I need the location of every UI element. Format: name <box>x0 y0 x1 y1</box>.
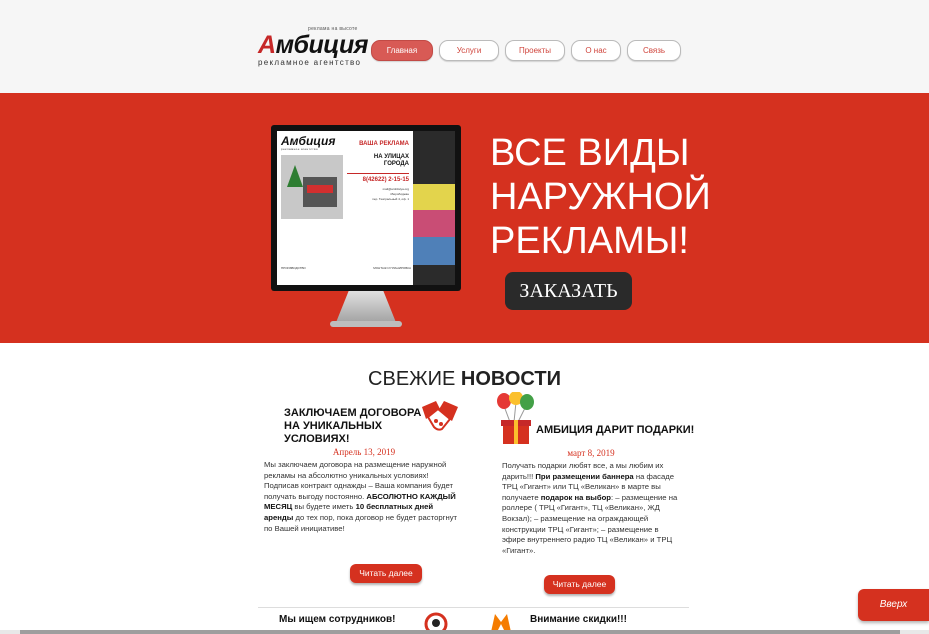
page: реклама на высоте Амбиция рекламное аген… <box>0 0 929 634</box>
news-item: ЗАКЛЮЧАЕМ ДОГОВОРА НА УНИКАЛЬНЫХ УСЛОВИЯ… <box>264 401 464 534</box>
news-text-bold: подарок на выбор <box>540 492 612 502</box>
hero-banner: Амбиция рекламное агентство ВАША РЕКЛАМА… <box>0 93 929 343</box>
news-text-bold: При размещении баннера <box>535 471 634 481</box>
billboard-subheadline: НА УЛИЦАХ ГОРОДА <box>374 154 409 168</box>
news-text: Получать подарки любят все, а мы любим и… <box>502 461 680 556</box>
news-text-part: вы будете иметь <box>292 502 356 512</box>
scrollbar-thumb[interactable] <box>20 630 900 634</box>
news-next-title: Внимание скидки!!! <box>530 614 627 625</box>
billboard-logo: Амбиция <box>281 134 336 148</box>
hero-title-line: РЕКЛАМЫ! <box>490 220 689 262</box>
news-headline: ЗАКЛЮЧАЕМ ДОГОВОРА НА УНИКАЛЬНЫХ УСЛОВИЯ… <box>284 407 429 446</box>
news-title-light: СВЕЖИЕ <box>368 368 461 390</box>
hero-title-line: НАРУЖНОЙ <box>490 176 711 218</box>
news-headline-line: ЗАКЛЮЧАЕМ ДОГОВОРА <box>284 407 422 419</box>
logo-name-rest: мбиция <box>275 31 369 59</box>
news-divider <box>258 607 689 608</box>
color-stripe <box>413 131 455 158</box>
color-stripe <box>413 184 455 210</box>
billboard-footer-right: МОНТАЖ И ПЛАНИРОВКА <box>373 266 411 270</box>
color-stripe <box>413 210 455 237</box>
nav-services[interactable]: Услуги <box>439 40 499 61</box>
color-stripe <box>413 265 455 285</box>
news-next-title: Мы ищем сотрудников! <box>279 614 396 625</box>
site-header: реклама на высоте Амбиция рекламное аген… <box>0 0 929 93</box>
tree-shape <box>287 165 303 187</box>
read-more-button[interactable]: Читать далее <box>544 575 615 594</box>
color-stripe <box>413 237 455 265</box>
billboard-logo-sub: рекламное агентство <box>281 147 319 151</box>
nav-contact[interactable]: Связь <box>627 40 681 61</box>
news-item: АМБИЦИЯ ДАРИТ ПОДАРКИ! март 8, 2019 Полу… <box>497 392 694 556</box>
printer-detail-shape <box>307 185 333 193</box>
news-text-part: до тех пор, пока договор не будет растор… <box>264 512 458 533</box>
billboard-footer: ПРОИЗВОДСТВО МОНТАЖ И ПЛАНИРОВКА <box>281 266 411 270</box>
nav-projects[interactable]: Проекты <box>505 40 565 61</box>
logo-subtitle: рекламное агентство <box>258 58 362 67</box>
news-title-bold: НОВОСТИ <box>460 368 561 390</box>
billboard-photo <box>281 155 343 219</box>
nav-about[interactable]: О нас <box>571 40 621 61</box>
news-headline: АМБИЦИЯ ДАРИТ ПОДАРКИ! <box>536 424 695 436</box>
gift-icon <box>497 392 534 444</box>
monitor-stand <box>335 291 397 325</box>
billboard-phone: 8(42622) 2-15-15 <box>362 177 409 183</box>
read-more-button[interactable]: Читать далее <box>350 564 422 583</box>
news-date: Апрель 13, 2019 <box>332 447 396 457</box>
main-nav: Главная Услуги Проекты О нас Связь <box>371 40 681 61</box>
monitor-stand-base <box>330 321 402 327</box>
billboard-address: пер. Театральный 4, оф. 1 <box>372 197 409 201</box>
scroll-to-top-button[interactable]: Вверх <box>858 589 929 621</box>
handshake-icon <box>422 401 458 431</box>
billboard-rule <box>347 173 409 174</box>
billboard-subheadline-2: ГОРОДА <box>383 161 409 167</box>
news-text-part: : – размещение на роллере ( ТРЦ «Гигант»… <box>502 492 678 555</box>
order-button[interactable]: ЗАКАЗАТЬ <box>505 272 632 310</box>
billboard-headline: ВАША РЕКЛАМА <box>359 141 409 147</box>
nav-home[interactable]: Главная <box>371 40 433 61</box>
news-section-title: СВЕЖИЕ НОВОСТИ <box>0 368 929 391</box>
logo-name-initial: А <box>258 31 276 59</box>
monitor-illustration: Амбиция рекламное агентство ВАША РЕКЛАМА… <box>271 125 461 291</box>
billboard-subheadline-1: НА УЛИЦАХ <box>373 154 409 160</box>
billboard-footer-left: ПРОИЗВОДСТВО <box>281 266 306 270</box>
news-date: март 8, 2019 <box>567 448 615 458</box>
monitor-screen: Амбиция рекламное агентство ВАША РЕКЛАМА… <box>277 131 455 285</box>
hero-title-line: ВСЕ ВИДЫ <box>490 132 690 174</box>
news-headline-line: НА УНИКАЛЬНЫХ УСЛОВИЯХ! <box>284 420 383 445</box>
logo-name: Амбиция <box>258 32 368 58</box>
news-text: Мы заключаем договора на размещение нару… <box>264 460 464 534</box>
billboard-ad: Амбиция рекламное агентство ВАША РЕКЛАМА… <box>277 131 413 285</box>
hero-title: ВСЕ ВИДЫ НАРУЖНОЙ РЕКЛАМЫ! <box>490 131 711 263</box>
color-stripe <box>413 158 455 184</box>
news-item-header: ЗАКЛЮЧАЕМ ДОГОВОРА НА УНИКАЛЬНЫХ УСЛОВИЯ… <box>264 401 464 447</box>
site-logo[interactable]: реклама на высоте Амбиция рекламное аген… <box>258 26 368 68</box>
news-item-header: АМБИЦИЯ ДАРИТ ПОДАРКИ! <box>497 392 694 448</box>
horizontal-scrollbar[interactable] <box>0 630 929 634</box>
billboard-contacts: mail@ambitsiya.org г.Биробиджан пер. Теа… <box>372 187 409 202</box>
